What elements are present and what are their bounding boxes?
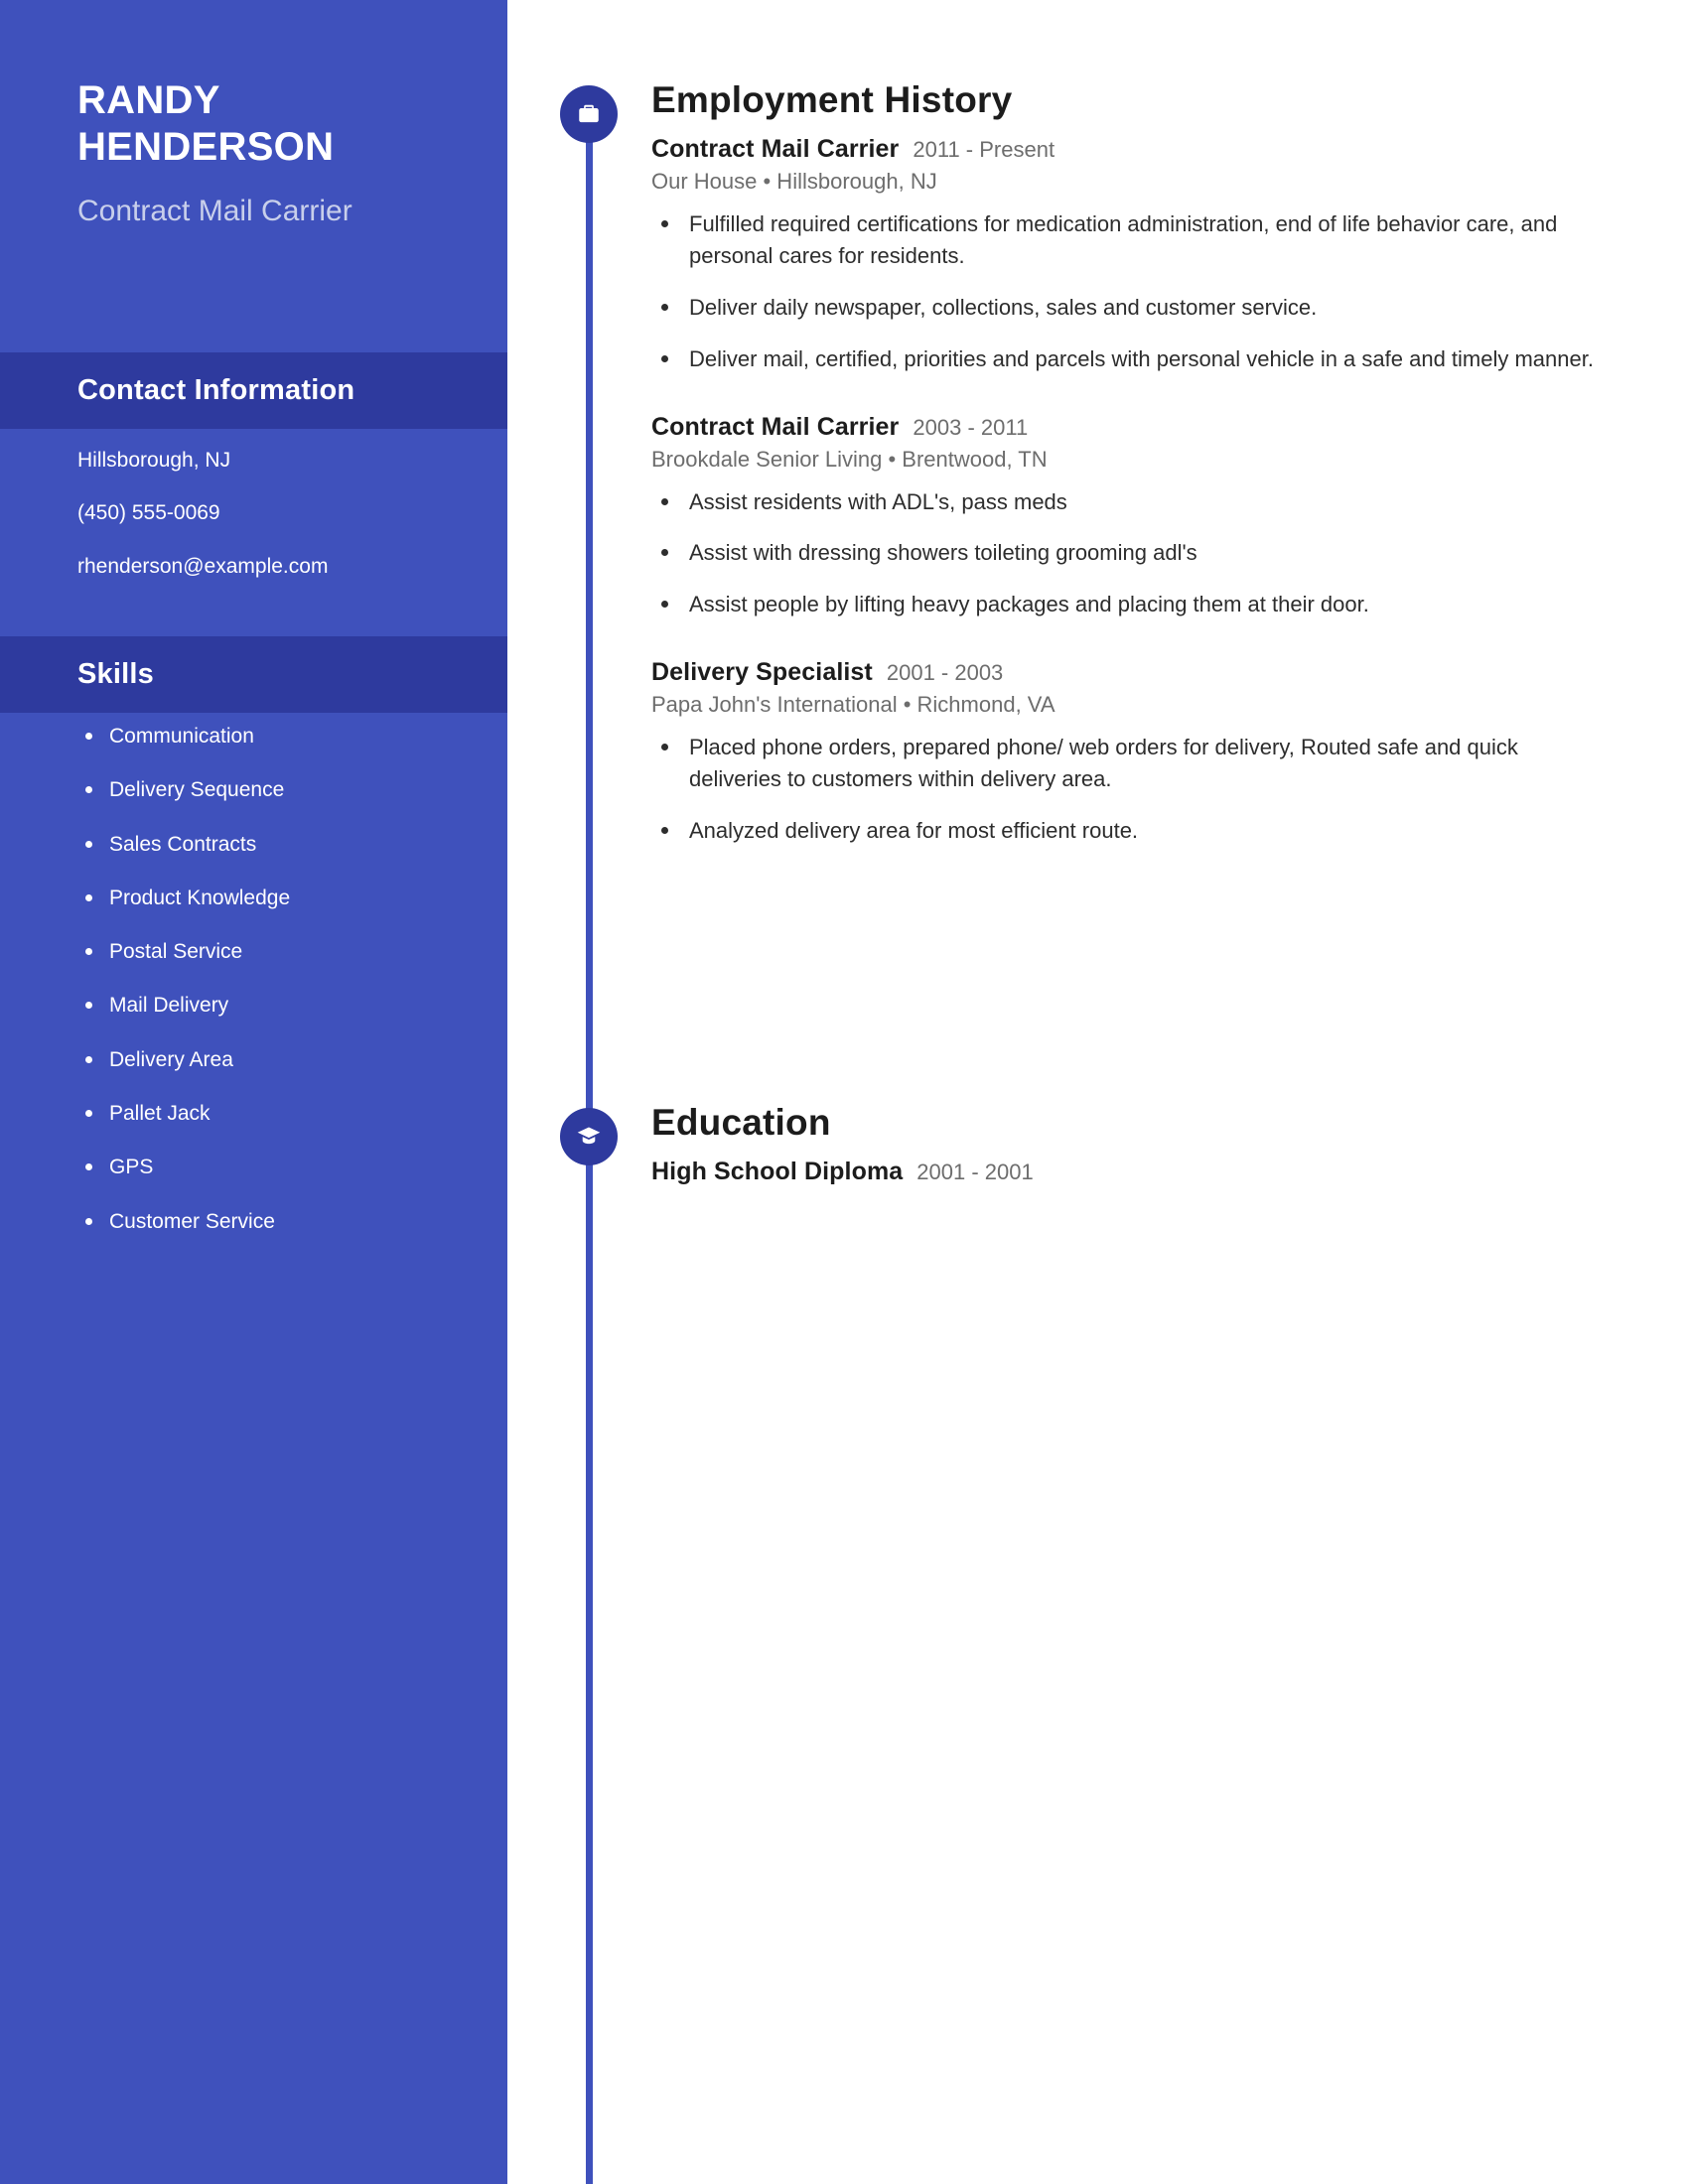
employment-entry: Delivery Specialist 2001 - 2003 Papa Joh… (651, 658, 1605, 847)
entry-company-location: Papa John's International • Richmond, VA (651, 692, 1055, 718)
entry-dates: 2001 - 2001 (916, 1160, 1034, 1184)
list-item: Fulfilled required certifications for me… (651, 208, 1605, 272)
entry-dates: 2011 - Present (913, 137, 1055, 162)
graduation-cap-icon (576, 1124, 602, 1150)
education-section: Education High School Diploma 2001 - 200… (651, 1102, 1605, 1192)
list-item: Placed phone orders, prepared phone/ web… (651, 732, 1605, 795)
education-timeline-node (560, 1108, 618, 1165)
entry-dates: 2003 - 2011 (913, 414, 1029, 440)
education-heading: Education (651, 1102, 831, 1143)
entry-title: Delivery Specialist (651, 658, 873, 687)
list-item: Deliver mail, certified, priorities and … (651, 343, 1605, 375)
entry-header: Delivery Specialist 2001 - 2003 (651, 658, 1605, 687)
resume-page: RANDY HENDERSON Contract Mail Carrier Co… (0, 0, 1688, 2184)
employment-entry: Contract Mail Carrier 2003 - 2011 Brookd… (651, 413, 1605, 621)
list-item: Assist residents with ADL's, pass meds (651, 486, 1605, 518)
entry-header: Contract Mail Carrier 2003 - 2011 (651, 413, 1605, 442)
entry-title: High School Diploma (651, 1158, 904, 1185)
entry-company-location: Our House • Hillsborough, NJ (651, 169, 937, 194)
entry-dates: 2001 - 2003 (886, 660, 1004, 686)
list-item: Analyzed delivery area for most efficien… (651, 815, 1605, 847)
employment-timeline-node (560, 85, 618, 143)
briefcase-icon (576, 101, 602, 127)
entry-title: Contract Mail Carrier (651, 412, 900, 441)
entry-bullet-list: Fulfilled required certifications for me… (651, 208, 1605, 375)
employment-history-section: Employment History Contract Mail Carrier… (651, 79, 1605, 885)
education-entry: High School Diploma 2001 - 2001 (651, 1158, 1605, 1186)
entry-title: Contract Mail Carrier (651, 135, 900, 163)
list-item: Assist people by lifting heavy packages … (651, 589, 1605, 620)
entry-bullet-list: Placed phone orders, prepared phone/ web… (651, 732, 1605, 847)
list-item: Assist with dressing showers toileting g… (651, 537, 1605, 569)
entry-header: Contract Mail Carrier 2011 - Present (651, 135, 1605, 164)
employment-heading: Employment History (651, 79, 1013, 120)
entry-bullet-list: Assist residents with ADL's, pass meds A… (651, 486, 1605, 621)
entry-header: High School Diploma 2001 - 2001 (651, 1158, 1605, 1186)
main-content: Employment History Contract Mail Carrier… (0, 0, 1688, 2184)
employment-entry: Contract Mail Carrier 2011 - Present Our… (651, 135, 1605, 375)
entry-company-location: Brookdale Senior Living • Brentwood, TN (651, 446, 1048, 472)
list-item: Deliver daily newspaper, collections, sa… (651, 292, 1605, 324)
